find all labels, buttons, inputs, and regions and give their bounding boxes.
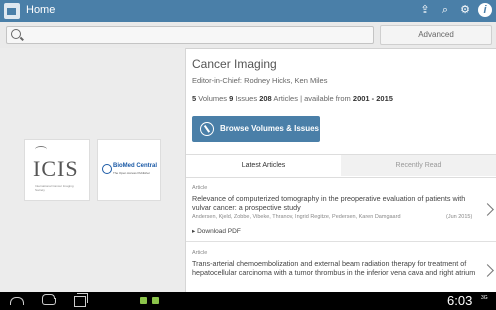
system-nav-bar: 6:03 3G bbox=[0, 292, 496, 310]
notification-icon bbox=[140, 297, 147, 304]
volumes-label: Volumes bbox=[198, 94, 228, 103]
settings-icon[interactable]: ⚙ bbox=[458, 3, 472, 17]
tab-recently-read[interactable]: Recently Read bbox=[341, 155, 496, 176]
journal-title: Cancer Imaging bbox=[192, 57, 277, 71]
app-title: Home bbox=[26, 4, 56, 16]
articles-label: Articles bbox=[273, 94, 298, 103]
home-icon[interactable] bbox=[42, 294, 56, 305]
chevron-right-icon[interactable] bbox=[481, 203, 494, 216]
icis-subtitle: International Cancer Imaging Society bbox=[35, 184, 74, 192]
search-field-icon bbox=[11, 29, 21, 39]
compass-icon bbox=[200, 122, 214, 136]
issues-label: Issues bbox=[235, 94, 258, 103]
bird-icon bbox=[35, 146, 47, 153]
article-type: Article bbox=[192, 185, 208, 191]
app-icon[interactable] bbox=[4, 3, 20, 19]
signal-indicator: 3G bbox=[481, 295, 488, 301]
download-pdf-link[interactable]: ▸ Download PDF bbox=[192, 227, 241, 235]
back-icon[interactable] bbox=[10, 297, 24, 305]
icis-logo: ICIS International Cancer Imaging Societ… bbox=[24, 139, 90, 201]
volumes-count: 5 bbox=[192, 94, 197, 103]
articles-count: 208 bbox=[259, 94, 272, 103]
bmc-circle-icon bbox=[102, 164, 112, 174]
cover-panel: ICIS International Cancer Imaging Societ… bbox=[0, 48, 186, 292]
download-label: Download PDF bbox=[197, 228, 241, 235]
advanced-search-button[interactable]: Advanced bbox=[380, 25, 492, 45]
article-title[interactable]: Trans-arterial chemoembolization and ext… bbox=[192, 259, 482, 277]
available-label: available from bbox=[304, 94, 351, 103]
article-authors: Andersen, Kjeld, Zobbe, Vibeke, Thranov,… bbox=[192, 214, 401, 220]
article-title[interactable]: Relevance of computerized tomography in … bbox=[192, 194, 482, 212]
chevron-right-icon[interactable] bbox=[481, 264, 494, 277]
article-tabs: Latest Articles Recently Read bbox=[186, 154, 496, 178]
search-bar: Advanced bbox=[0, 22, 496, 49]
article-type: Article bbox=[192, 250, 208, 256]
share-icon[interactable]: ⇪ bbox=[418, 3, 432, 17]
journal-stats: 5 Volumes 9 Issues 208 Articles | availa… bbox=[192, 94, 393, 103]
notification-icon bbox=[152, 297, 159, 304]
browse-volumes-button[interactable]: Browse Volumes & Issues bbox=[192, 116, 320, 142]
article-date: (Jun 2015) bbox=[446, 214, 473, 220]
action-bar: Home ⇪ ⌕ ⚙ i bbox=[0, 0, 496, 22]
clock: 6:03 bbox=[447, 293, 473, 308]
bmc-name: BioMed Central bbox=[113, 163, 158, 169]
issues-count: 9 bbox=[229, 94, 234, 103]
editor-in-chief: Editor-in-Chief: Rodney Hicks, Ken Miles bbox=[192, 76, 328, 85]
icis-logo-text: ICIS bbox=[33, 156, 79, 181]
bmc-subtitle: The Open Access Publisher bbox=[113, 171, 151, 175]
list-item[interactable]: Article Relevance of computerized tomogr… bbox=[186, 177, 496, 242]
search-input[interactable] bbox=[6, 26, 374, 44]
info-icon[interactable]: i bbox=[478, 3, 492, 17]
available-range: 2001 - 2015 bbox=[352, 94, 393, 103]
tab-latest-articles[interactable]: Latest Articles bbox=[186, 155, 342, 176]
recent-apps-icon[interactable] bbox=[74, 293, 88, 307]
action-icons: ⇪ ⌕ ⚙ i bbox=[418, 3, 492, 17]
biomed-central-logo: BioMed Central The Open Access Publisher bbox=[97, 139, 161, 201]
browse-label: Browse Volumes & Issues bbox=[220, 124, 319, 133]
search-icon[interactable]: ⌕ bbox=[438, 3, 452, 17]
